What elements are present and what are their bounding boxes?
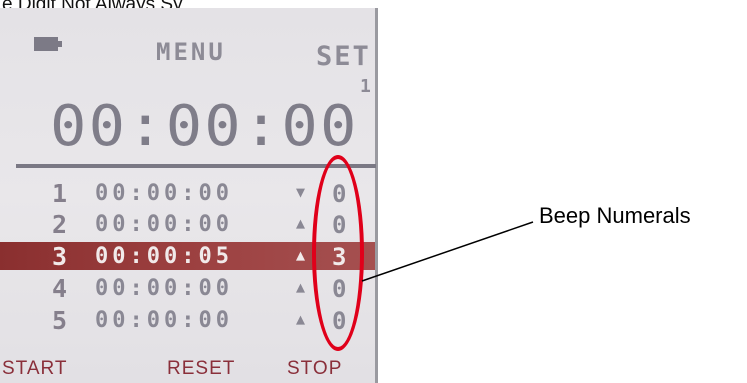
pointer-line	[361, 221, 534, 282]
beep-numerals-label: Beep Numerals	[539, 203, 691, 228]
callout-line	[361, 221, 534, 282]
